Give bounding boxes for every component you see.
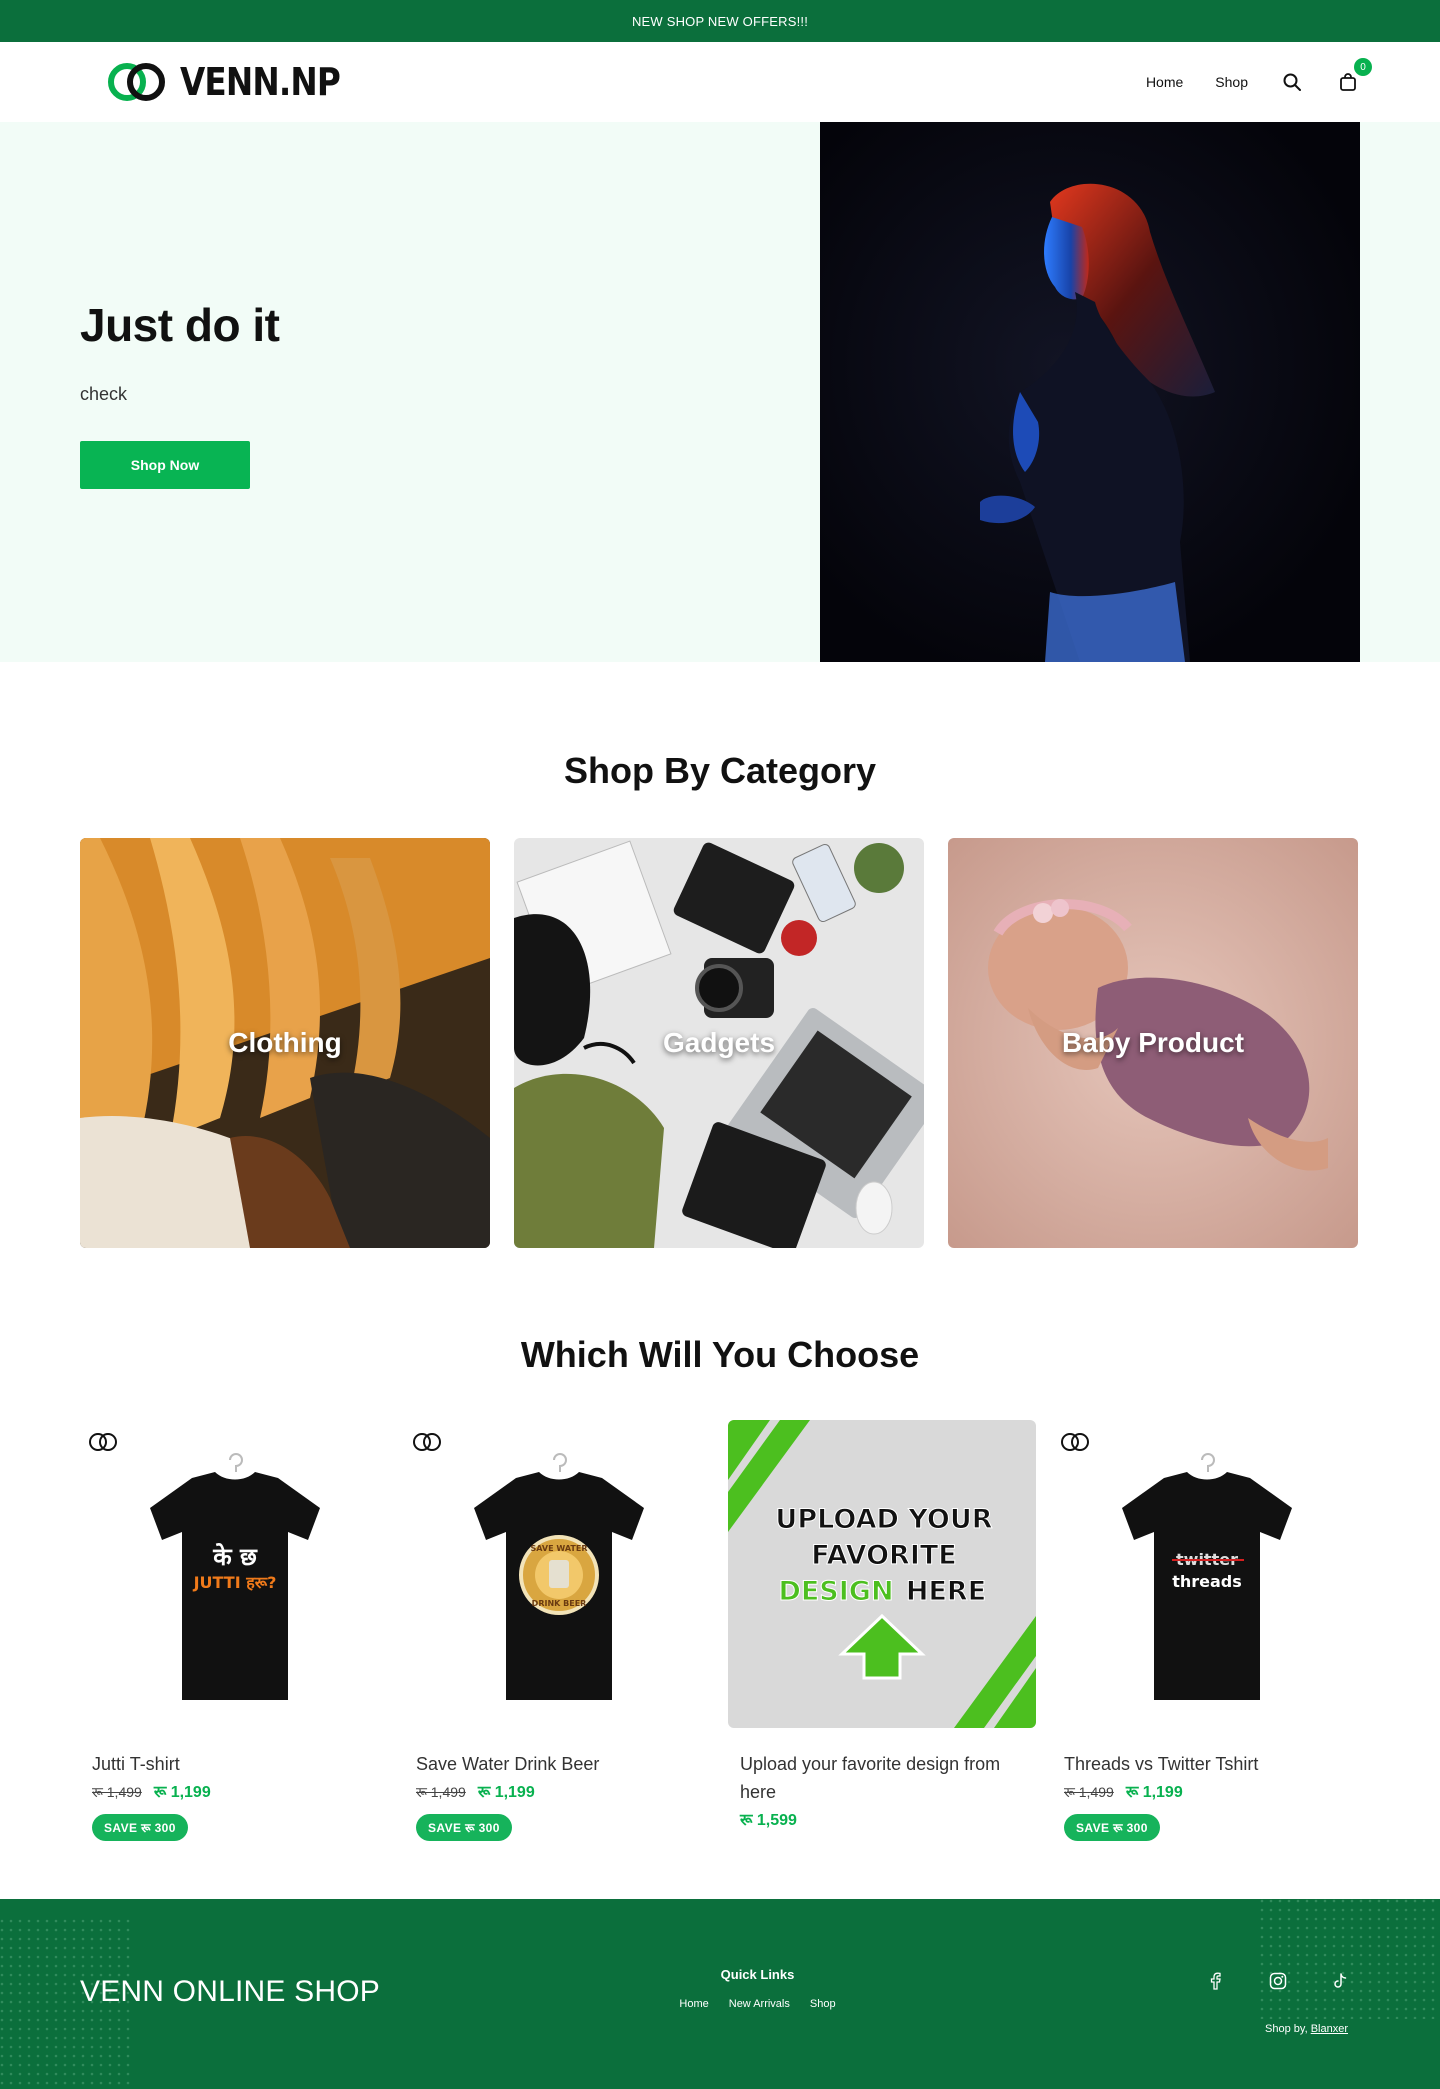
hero-image [820, 122, 1360, 662]
hero-title: Just do it [80, 299, 280, 351]
category-card-clothing[interactable]: Clothing [80, 838, 490, 1248]
product-price: रू 1,199 [1125, 1784, 1183, 1801]
upload-print-line1: UPLOAD YOUR [775, 1504, 992, 1535]
product-name[interactable]: Upload your favorite design from here [740, 1750, 1024, 1806]
category-section-title: Shop By Category [563, 750, 877, 791]
shop-by-credit: Shop by, Blanxer [1265, 2023, 1348, 2035]
upload-print-line3: DESIGN [778, 1576, 893, 1607]
site-header: VENN.NP Home Shop 0 [0, 42, 1440, 122]
product-info: Threads vs Twitter Tshirt रू 1,499 रू 1,… [1052, 1728, 1360, 1841]
quick-links-list: Home New Arrivals Shop [620, 1998, 895, 2010]
product-card[interactable]: के छ JUTTI हरू? Jutti T-shirt रू 1,499 र… [80, 1420, 388, 1841]
logo-rings-icon [108, 63, 165, 101]
logo[interactable]: VENN.NP [106, 60, 366, 104]
product-card[interactable]: twitter threads Threads vs Twitter Tshir… [1052, 1420, 1360, 1841]
social-links [1206, 1971, 1350, 1991]
tiktok-icon[interactable] [1330, 1971, 1350, 1991]
product-prices: रू 1,499 रू 1,199 [416, 1780, 700, 1802]
product-card[interactable]: SAVE WATER DRINK BEER Save Water Drink B… [404, 1420, 712, 1841]
search-icon[interactable] [1280, 70, 1304, 94]
hero-content: Just do it check Shop Now [0, 122, 820, 662]
facebook-icon[interactable] [1206, 1971, 1226, 1991]
category-card-gadgets[interactable]: Gadgets [514, 838, 924, 1248]
site-footer: VENN ONLINE SHOP Quick Links Home New Ar… [0, 1899, 1440, 2089]
footer-quick-links: Quick Links Home New Arrivals Shop [620, 1967, 895, 2010]
product-old-price: रू 1,499 [1064, 1784, 1114, 1800]
announcement-bar: NEW SHOP NEW OFFERS!!! [0, 0, 1440, 42]
product-name[interactable]: Jutti T-shirt [92, 1750, 376, 1778]
category-card-baby-product[interactable]: Baby Product [948, 838, 1358, 1248]
category-section: Shop By Category Clothing Gadgets Baby P… [0, 662, 1440, 1248]
footer-link-home[interactable]: Home [679, 1998, 708, 2010]
footer-dot-pattern-right [1260, 1899, 1440, 2019]
hero-subtitle: check [80, 384, 128, 404]
product-grid: के छ JUTTI हरू? Jutti T-shirt रू 1,499 र… [0, 1376, 1440, 1841]
product-card[interactable]: UPLOAD YOUR FAVORITE DESIGN HERE Upload … [728, 1420, 1036, 1841]
footer-link-shop[interactable]: Shop [810, 1998, 836, 2010]
product-image[interactable]: twitter threads [1052, 1420, 1360, 1728]
shop-now-button[interactable]: Shop Now [80, 441, 250, 489]
save-badge: SAVE रू 300 [416, 1814, 512, 1841]
product-image[interactable]: के छ JUTTI हरू? [80, 1420, 388, 1728]
product-info: Upload your favorite design from here रू… [728, 1728, 1036, 1830]
main-nav: Home Shop 0 [1146, 58, 1372, 94]
shirt-print-line2: JUTTI हरू? [193, 1573, 277, 1592]
category-label: Gadgets [662, 1027, 776, 1058]
product-old-price: रू 1,499 [416, 1784, 466, 1800]
category-label: Clothing [228, 1027, 342, 1058]
cart-count-badge: 0 [1354, 58, 1372, 76]
footer-link-new-arrivals[interactable]: New Arrivals [729, 1998, 790, 2010]
shirt-print-line1: SAVE WATER [531, 1544, 588, 1553]
products-section-title: Which Will You Choose [520, 1334, 920, 1375]
nav-home-link[interactable]: Home [1146, 74, 1183, 90]
product-price: रू 1,199 [153, 1784, 211, 1801]
shop-by-link[interactable]: Blanxer [1311, 2023, 1348, 2035]
nav-shop-link[interactable]: Shop [1215, 74, 1248, 90]
footer-brand: VENN ONLINE SHOP [80, 1975, 380, 2008]
product-info: Jutti T-shirt रू 1,499 रू 1,199 SAVE रू … [80, 1728, 388, 1841]
save-badge: SAVE रू 300 [92, 1814, 188, 1841]
product-name[interactable]: Threads vs Twitter Tshirt [1064, 1750, 1348, 1778]
hero-banner: Just do it check Shop Now [0, 122, 1440, 662]
shirt-print-line1: के छ [212, 1543, 258, 1571]
product-image[interactable]: SAVE WATER DRINK BEER [404, 1420, 712, 1728]
product-price: रू 1,199 [477, 1784, 535, 1801]
shirt-print-line2: DRINK BEER [532, 1599, 587, 1608]
product-old-price: रू 1,499 [92, 1784, 142, 1800]
category-grid: Clothing Gadgets Baby Product [0, 792, 1440, 1248]
shirt-print-line2: threads [1172, 1572, 1242, 1591]
product-name[interactable]: Save Water Drink Beer [416, 1750, 700, 1778]
upload-print-line2: FAVORITE [811, 1540, 956, 1571]
product-info: Save Water Drink Beer रू 1,499 रू 1,199 … [404, 1728, 712, 1841]
product-prices: रू 1,499 रू 1,199 [1064, 1780, 1348, 1802]
upload-print-line4: HERE [906, 1576, 986, 1607]
product-price: रू 1,599 [740, 1812, 797, 1829]
category-label: Baby Product [1061, 1027, 1245, 1058]
shop-by-label: Shop by, [1265, 2023, 1308, 2035]
logo-text: VENN.NP [180, 60, 341, 104]
products-section: Which Will You Choose के छ JUTTI हरू? Ju… [0, 1248, 1440, 1841]
product-prices: रू 1,599 [740, 1808, 1024, 1830]
save-badge: SAVE रू 300 [1064, 1814, 1160, 1841]
announcement-text: NEW SHOP NEW OFFERS!!! [631, 13, 809, 29]
shopping-bag-icon[interactable]: 0 [1336, 58, 1372, 94]
product-image[interactable]: UPLOAD YOUR FAVORITE DESIGN HERE [728, 1420, 1036, 1728]
instagram-icon[interactable] [1268, 1971, 1288, 1991]
product-prices: रू 1,499 रू 1,199 [92, 1780, 376, 1802]
quick-links-title: Quick Links [720, 1967, 795, 1982]
